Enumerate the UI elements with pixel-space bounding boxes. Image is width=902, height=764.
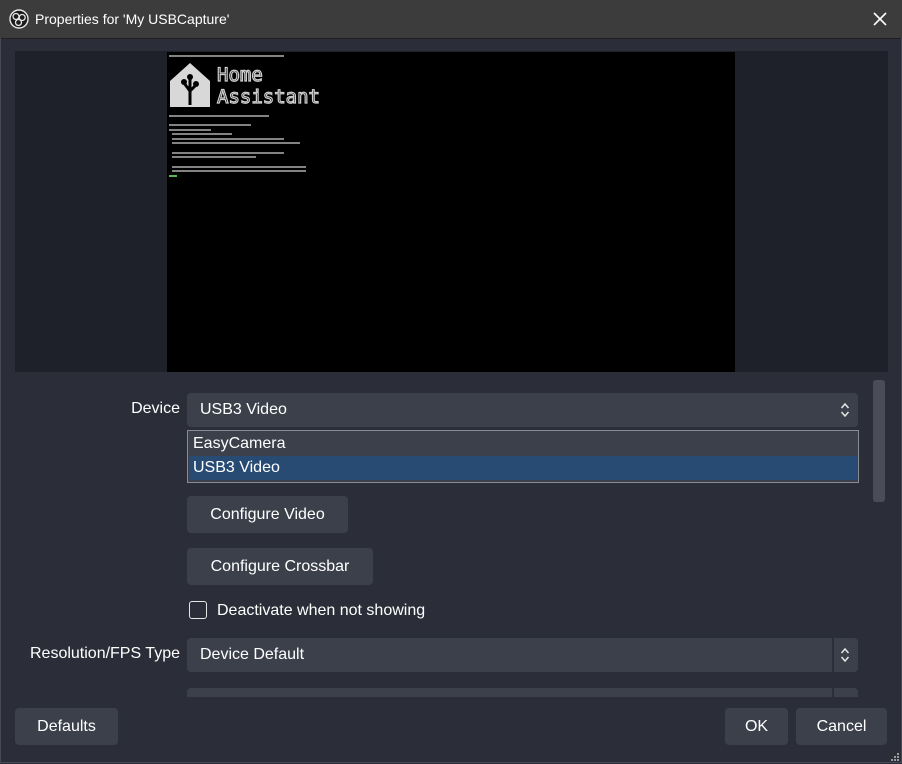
defaults-button[interactable]: Defaults (15, 708, 118, 745)
updown-arrows-icon (840, 647, 850, 663)
configure-video-button[interactable]: Configure Video (187, 496, 348, 533)
screen-heading: Home Assistant (216, 63, 320, 108)
configure-crossbar-button[interactable]: Configure Crossbar (187, 548, 373, 585)
device-option-easycamera[interactable]: EasyCamera (189, 432, 857, 456)
device-select[interactable]: USB3 Video (187, 393, 858, 427)
updown-arrows-icon (840, 402, 850, 418)
obs-logo-icon (9, 9, 29, 29)
close-icon[interactable] (868, 8, 892, 30)
capture-preview: Home Assistant (167, 52, 735, 372)
partially-visible-field[interactable] (187, 688, 858, 697)
device-dropdown-list: EasyCamera USB3 Video (187, 430, 859, 483)
combo-divider (832, 638, 834, 672)
ok-button[interactable]: OK (725, 708, 788, 745)
device-option-label: EasyCamera (193, 435, 286, 452)
deactivate-label[interactable]: Deactivate when not showing (217, 602, 425, 620)
window-title: Properties for 'My USBCapture' (35, 11, 230, 27)
properties-scrollbar[interactable] (873, 380, 885, 502)
deactivate-checkbox[interactable] (189, 601, 207, 619)
resolution-fps-type-select[interactable]: Device Default (187, 638, 858, 672)
device-selected-value: USB3 Video (200, 401, 287, 418)
cancel-button[interactable]: Cancel (796, 708, 887, 745)
preview-area: Home Assistant (15, 51, 888, 372)
resize-grip-icon[interactable] (888, 750, 900, 762)
device-label: Device (131, 400, 180, 417)
resolution-selected-value: Device Default (200, 646, 305, 663)
device-option-usb3-video[interactable]: USB3 Video (189, 456, 857, 480)
dialog-footer: Defaults OK Cancel (0, 697, 902, 764)
device-option-label: USB3 Video (193, 459, 280, 476)
title-bar: Properties for 'My USBCapture' (0, 0, 902, 39)
home-assistant-logo-icon (170, 63, 210, 107)
resolution-fps-type-label: Resolution/FPS Type (29, 645, 180, 662)
